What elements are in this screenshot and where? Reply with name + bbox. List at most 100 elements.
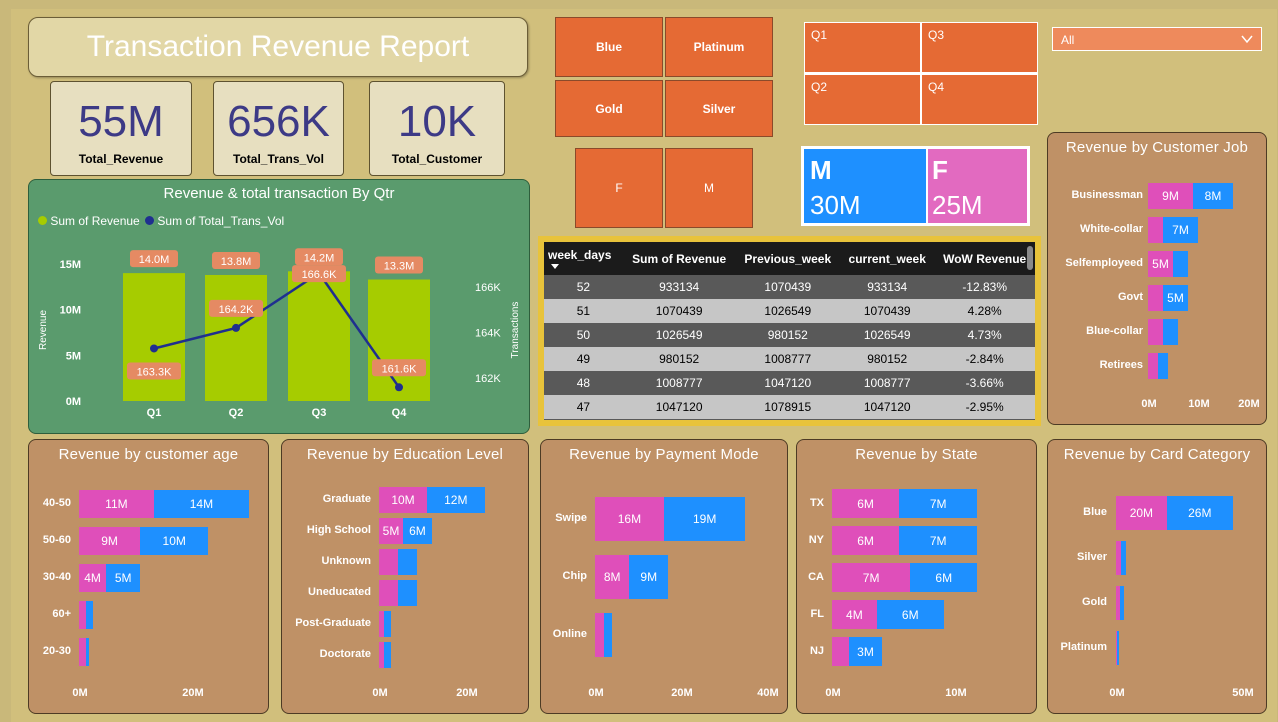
table-cell: 1047120 [622,395,736,419]
bar-segment-series-1: 4M [832,600,877,629]
slicer-quarter-q3[interactable]: Q3 [921,22,1038,73]
slicer-card-platinum[interactable]: Platinum [665,17,773,77]
slicer-card-gold[interactable]: Gold [555,80,663,137]
table-row[interactable]: 52 933134 1070439 933134 -12.83% [544,275,1035,299]
table-cell: 1008777 [735,347,841,371]
stacked-bar[interactable] [1116,541,1127,575]
bar-segment-series-1 [1148,353,1158,379]
slicer-gender-m[interactable]: M [665,148,753,228]
trans-vol-data-label: 163.3K [137,366,173,378]
bar-segment-series-2: 26M [1166,496,1233,530]
stacked-bar[interactable]: 20M 26M [1116,496,1233,530]
stacked-bar[interactable] [379,642,391,668]
table-cell: 980152 [622,347,736,371]
stacked-bar[interactable]: 5M 6M [379,518,432,544]
stacked-bar[interactable]: 10M 12M [379,487,485,513]
bar-segment-series-2: 3M [848,637,883,666]
gender-m-label: M [810,155,832,185]
stacked-bar[interactable] [379,611,391,637]
stacked-bar[interactable]: 4M 6M [832,600,944,629]
category-label: Govt [1117,291,1143,303]
trans-vol-data-label: 161.6K [382,363,418,375]
bar-segment-series-2 [1158,353,1168,379]
card-revenue-by-state: Revenue by State TX 6M 7M NY 6M 7M CA 7M 6M FL 4M 6M… [796,439,1037,714]
slicer-card-blue[interactable]: Blue [555,17,663,77]
bar-segment-series-2: 7M [899,489,978,518]
stacked-bar[interactable]: 8M 9M [595,555,669,599]
stacked-bar[interactable] [79,638,90,666]
slicer-gender-f[interactable]: F [575,148,663,228]
stacked-bar[interactable] [1148,353,1168,379]
revenue-data-label: 13.8M [221,256,252,268]
stacked-bar[interactable]: 7M [1148,217,1198,243]
stacked-bar[interactable]: 16M 19M [595,497,746,541]
stacked-bar[interactable] [1148,319,1178,345]
stacked-bar[interactable]: 11M 14M [79,490,249,518]
kpi-total-trans-vol: 656K Total_Trans_Vol [213,81,344,176]
bar-segment-series-1: 10M [379,487,427,513]
slicer-card-silver[interactable]: Silver [665,80,773,137]
stacked-bar[interactable]: 3M [832,637,883,666]
stacked-bar[interactable] [1116,586,1124,620]
chart-title: Revenue by customer age [58,446,239,463]
stacked-bar[interactable]: 4M 5M [79,564,141,592]
x-tick-label: 0M [588,687,604,699]
bar-segment-series-1 [595,613,604,657]
report-title: Transaction Revenue Report [28,17,528,77]
x-tick-label: Q1 [147,407,162,419]
table-row[interactable]: 47 1047120 1078915 1047120 -2.95% [544,395,1035,419]
bar-segment-series-2 [383,611,391,637]
kpi-label: Total_Trans_Vol [233,152,324,166]
stacked-bar[interactable] [1116,631,1119,665]
table-cell: -12.83% [934,275,1035,299]
wow-table-container[interactable]: week_days Sum of Revenue Previous_week curr… [544,242,1035,420]
table-scrollbar[interactable] [1027,246,1033,270]
kpi-value: 656K [227,97,330,146]
gender-m-value: 30M [810,190,861,220]
bar-segment-series-1: 6M [832,489,900,518]
bar-segment-series-2 [1121,541,1127,575]
slicer-quarter-q2[interactable]: Q2 [804,74,921,125]
table-cell: 1026549 [622,323,736,347]
category-label: TX [809,496,824,509]
stacked-bar[interactable]: 5M [1148,251,1188,277]
table-header-cell[interactable]: WoW Revenue [934,242,1035,275]
table-header-cell[interactable]: current_week [840,242,935,275]
slicer-quarter-q4[interactable]: Q4 [921,74,1038,125]
revenue-bar [123,273,185,401]
y-tick-label: 15M [60,259,81,271]
bar-segment-series-1: 20M [1116,496,1167,530]
bar-segment-series-2: 14M [153,490,249,518]
stacked-bar[interactable] [379,549,418,575]
state-dropdown[interactable]: All [1052,27,1262,51]
card-revenue-by-job: Revenue by Customer Job Businessman 9M 8M Wh… [1047,132,1267,425]
table-row[interactable]: 48 1008777 1047120 1008777 -3.66% [544,371,1035,395]
kpi-total-customer: 10K Total_Customer [369,81,505,176]
table-row[interactable]: 49 980152 1008777 980152 -2.84% [544,347,1035,371]
slicer-quarter-q1[interactable]: Q1 [804,22,921,73]
category-label: 40-50 [42,497,71,509]
stacked-bar[interactable]: 9M 10M [79,527,209,555]
y2-axis-label: Transactions [510,302,521,359]
table-header-cell[interactable]: Sum of Revenue [622,242,736,275]
trans-vol-line [153,271,401,389]
bar-segment-series-2: 9M [629,555,669,599]
stacked-bar[interactable]: 9M 8M [1148,183,1233,209]
bar-segment-series-2 [383,642,391,668]
stacked-bar[interactable]: 6M 7M [832,526,978,555]
table-cell: -3.66% [934,371,1035,395]
stacked-bar[interactable]: 6M 7M [832,489,978,518]
table-row[interactable]: 50 1026549 980152 1026549 4.73% [544,323,1035,347]
table-header-cell[interactable]: Previous_week [735,242,841,275]
stacked-bar[interactable] [79,601,93,629]
table-cell: 1026549 [735,299,841,323]
stacked-bar[interactable] [595,613,613,657]
stacked-bar[interactable] [379,580,418,606]
table-header-cell[interactable]: week_days [544,242,623,275]
category-label: Silver [1077,551,1107,563]
table-cell: 48 [544,371,623,395]
stacked-bar[interactable]: 5M [1148,285,1188,311]
stacked-bar[interactable]: 7M 6M [832,563,978,592]
table-cell: 1008777 [840,371,935,395]
table-row[interactable]: 51 1070439 1026549 1070439 4.28% [544,299,1035,323]
